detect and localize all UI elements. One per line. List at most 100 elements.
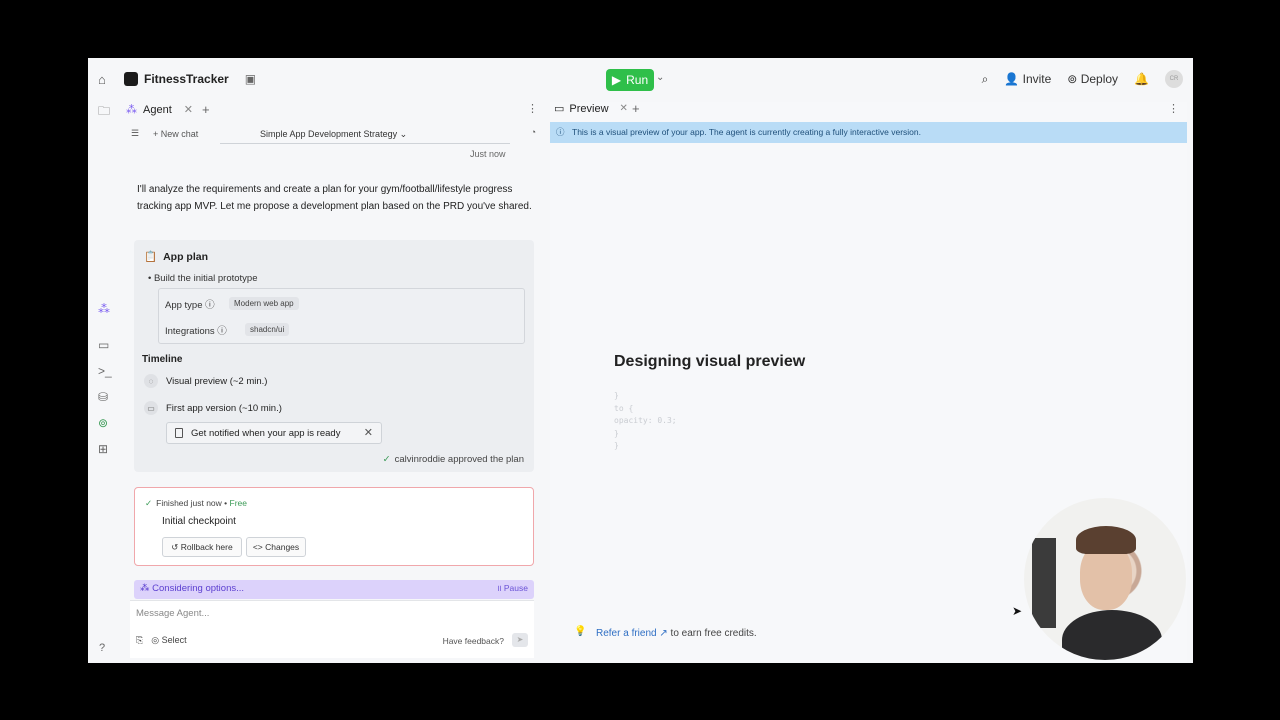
help-icon[interactable]: ?	[99, 642, 105, 654]
new-chat-label: New chat	[160, 129, 199, 139]
code-line: to {	[614, 403, 634, 413]
integrations-label-text: Integrations	[165, 326, 215, 337]
refer-link[interactable]: Refer a friend ↗	[596, 628, 668, 639]
changes-button[interactable]: <> Changes	[246, 537, 306, 557]
integrations-chip: shadcn/ui	[245, 323, 290, 336]
menu-icon[interactable]: ☰	[131, 128, 139, 139]
add-tab-icon[interactable]: +	[202, 102, 210, 117]
close-icon[interactable]: ✕	[620, 103, 628, 114]
more-options-icon[interactable]: ⋮	[1168, 102, 1179, 115]
timeline-item: ◌ Visual preview (~2 min.)	[144, 374, 267, 388]
banner-text: This is a visual preview of your app. Th…	[572, 127, 921, 137]
bell-icon[interactable]: 🔔	[1134, 72, 1149, 86]
avatar[interactable]: CR	[1165, 70, 1183, 88]
timeline-item-label: First app version (~10 min.)	[166, 402, 282, 414]
plan-bullet: • Build the initial prototype	[148, 273, 258, 284]
refer-text: Refer a friend ↗ to earn free credits.	[596, 628, 757, 639]
invite-button[interactable]: 👤 Invite	[1004, 72, 1051, 86]
agent-tab-icon: ⁂	[126, 104, 137, 116]
app-logo-icon	[124, 72, 138, 86]
select-label: Select	[161, 635, 187, 645]
rollback-button[interactable]: ↺ Rollback here	[162, 537, 242, 557]
pause-icon: ॥	[496, 583, 504, 593]
info-icon[interactable]: ⓘ	[205, 300, 215, 311]
layout-icon[interactable]: ▣	[245, 72, 256, 86]
chat-title: Simple App Development Strategy	[260, 129, 398, 139]
checkpoint-card: ✓ Finished just now • Free Initial checkp…	[134, 487, 534, 566]
app-plan-card: 📋 App plan • Build the initial prototype…	[134, 240, 534, 472]
preview-info-banner: ⓘ This is a visual preview of your app. …	[550, 122, 1187, 143]
refresh-icon: ◌	[144, 374, 158, 388]
invite-label: Invite	[1022, 72, 1052, 86]
select-button[interactable]: ◎ Select	[151, 635, 186, 646]
lightbulb-icon: 💡	[574, 626, 587, 637]
attach-icon[interactable]: ⎘	[136, 635, 143, 646]
grid-icon[interactable]: ⊞	[98, 442, 108, 456]
files-icon[interactable]: 🗀	[98, 102, 110, 123]
timeline-item-label: Visual preview (~2 min.)	[166, 375, 268, 387]
info-icon: ⓘ	[556, 127, 565, 137]
close-icon[interactable]: ✕	[184, 103, 193, 116]
new-chat-button[interactable]: + New chat	[153, 129, 198, 139]
tab-agent-label: Agent	[143, 103, 172, 116]
deploy-rail-icon[interactable]: ⊚	[98, 416, 108, 430]
feedback-link[interactable]: Have feedback?	[443, 636, 504, 646]
preview-tab-bar: ▭ Preview ✕ + ⋮	[550, 101, 1187, 122]
timeline-heading: Timeline	[142, 354, 183, 365]
database-icon[interactable]: ⛁	[98, 390, 108, 404]
app-type-label-text: App type	[165, 300, 203, 311]
agent-panel: ⁂ Agent ✕ + ⋮ ☰ + New chat Simple App De…	[122, 102, 542, 663]
tab-preview[interactable]: ▭ Preview ✕	[554, 102, 628, 116]
agent-icon: ⁂	[140, 583, 153, 594]
code-snippet: } to {opacity: 0.3;}}	[614, 390, 677, 453]
webcam-person-hair	[1076, 526, 1136, 554]
app-brand[interactable]: FitnessTracker ▣	[124, 72, 256, 86]
app-type-label: App type ⓘ	[165, 297, 215, 311]
integrations-label: Integrations ⓘ	[165, 323, 227, 337]
tab-preview-label: Preview	[569, 102, 609, 115]
terminal-icon[interactable]: >_	[98, 364, 112, 378]
check-circle-icon: ✓	[145, 498, 153, 508]
tab-agent[interactable]: ⁂ Agent ✕	[126, 103, 193, 117]
webcam-background	[1032, 538, 1056, 628]
considering-text: Considering options...	[152, 583, 245, 594]
monitor-icon: ▭	[144, 401, 158, 415]
top-bar: ⌂ FitnessTracker ▣ ▶ Run ⌄ ⌕ 👤 Invite ⊚ …	[88, 58, 1193, 102]
user-plus-icon: 👤	[1004, 72, 1023, 86]
plan-header: 📋 App plan	[144, 250, 208, 264]
agent-tab-bar: ⁂ Agent ✕ + ⋮	[122, 102, 542, 126]
chat-header: ☰ + New chat Simple App Development Stra…	[122, 126, 542, 146]
target-icon: ◎	[151, 635, 162, 645]
app-type-chip: Modern web app	[229, 297, 299, 310]
monitor-icon: ▭	[554, 103, 565, 115]
checkpoint-status-text: Finished just now	[156, 498, 222, 508]
run-button[interactable]: ▶ Run	[606, 69, 654, 91]
deploy-button[interactable]: ⊚ Deploy	[1067, 72, 1118, 86]
agent-status-bar: ⁂ Considering options... ॥ Pause	[134, 580, 534, 599]
code-line: }	[614, 441, 619, 450]
add-tab-icon[interactable]: +	[632, 101, 640, 116]
refer-link-text: Refer a friend	[596, 628, 657, 639]
message-input[interactable]: Message Agent...	[136, 608, 209, 619]
webcam-overlay	[1024, 498, 1186, 660]
close-icon[interactable]: ✕	[364, 426, 373, 439]
chat-title-dropdown[interactable]: Simple App Development Strategy ⌄	[260, 129, 407, 140]
run-options-chevron-icon[interactable]: ⌄	[656, 72, 664, 83]
monitor-icon[interactable]: ▭	[98, 338, 109, 352]
speed-icon[interactable]: ◔	[531, 127, 536, 137]
code-icon: <>	[252, 542, 266, 552]
send-icon[interactable]: ➤	[512, 633, 528, 647]
code-line: }	[614, 391, 619, 400]
message-timestamp: Just now	[470, 149, 506, 159]
checkbox-icon[interactable]	[175, 428, 183, 438]
notify-checkbox[interactable]: Get notified when your app is ready ✕	[166, 422, 382, 444]
info-icon[interactable]: ⓘ	[217, 326, 227, 337]
more-options-icon[interactable]: ⋮	[527, 102, 538, 115]
agent-icon[interactable]: ⁂	[98, 302, 110, 316]
pause-button[interactable]: ॥ Pause	[496, 583, 528, 594]
home-icon[interactable]: ⌂	[98, 72, 106, 87]
deploy-icon: ⊚	[1067, 72, 1081, 86]
input-tools: ⎘ ◎ Select	[136, 635, 187, 646]
message-input-area: Message Agent... ⎘ ◎ Select Have feedbac…	[130, 600, 534, 658]
search-icon[interactable]: ⌕	[982, 72, 989, 87]
